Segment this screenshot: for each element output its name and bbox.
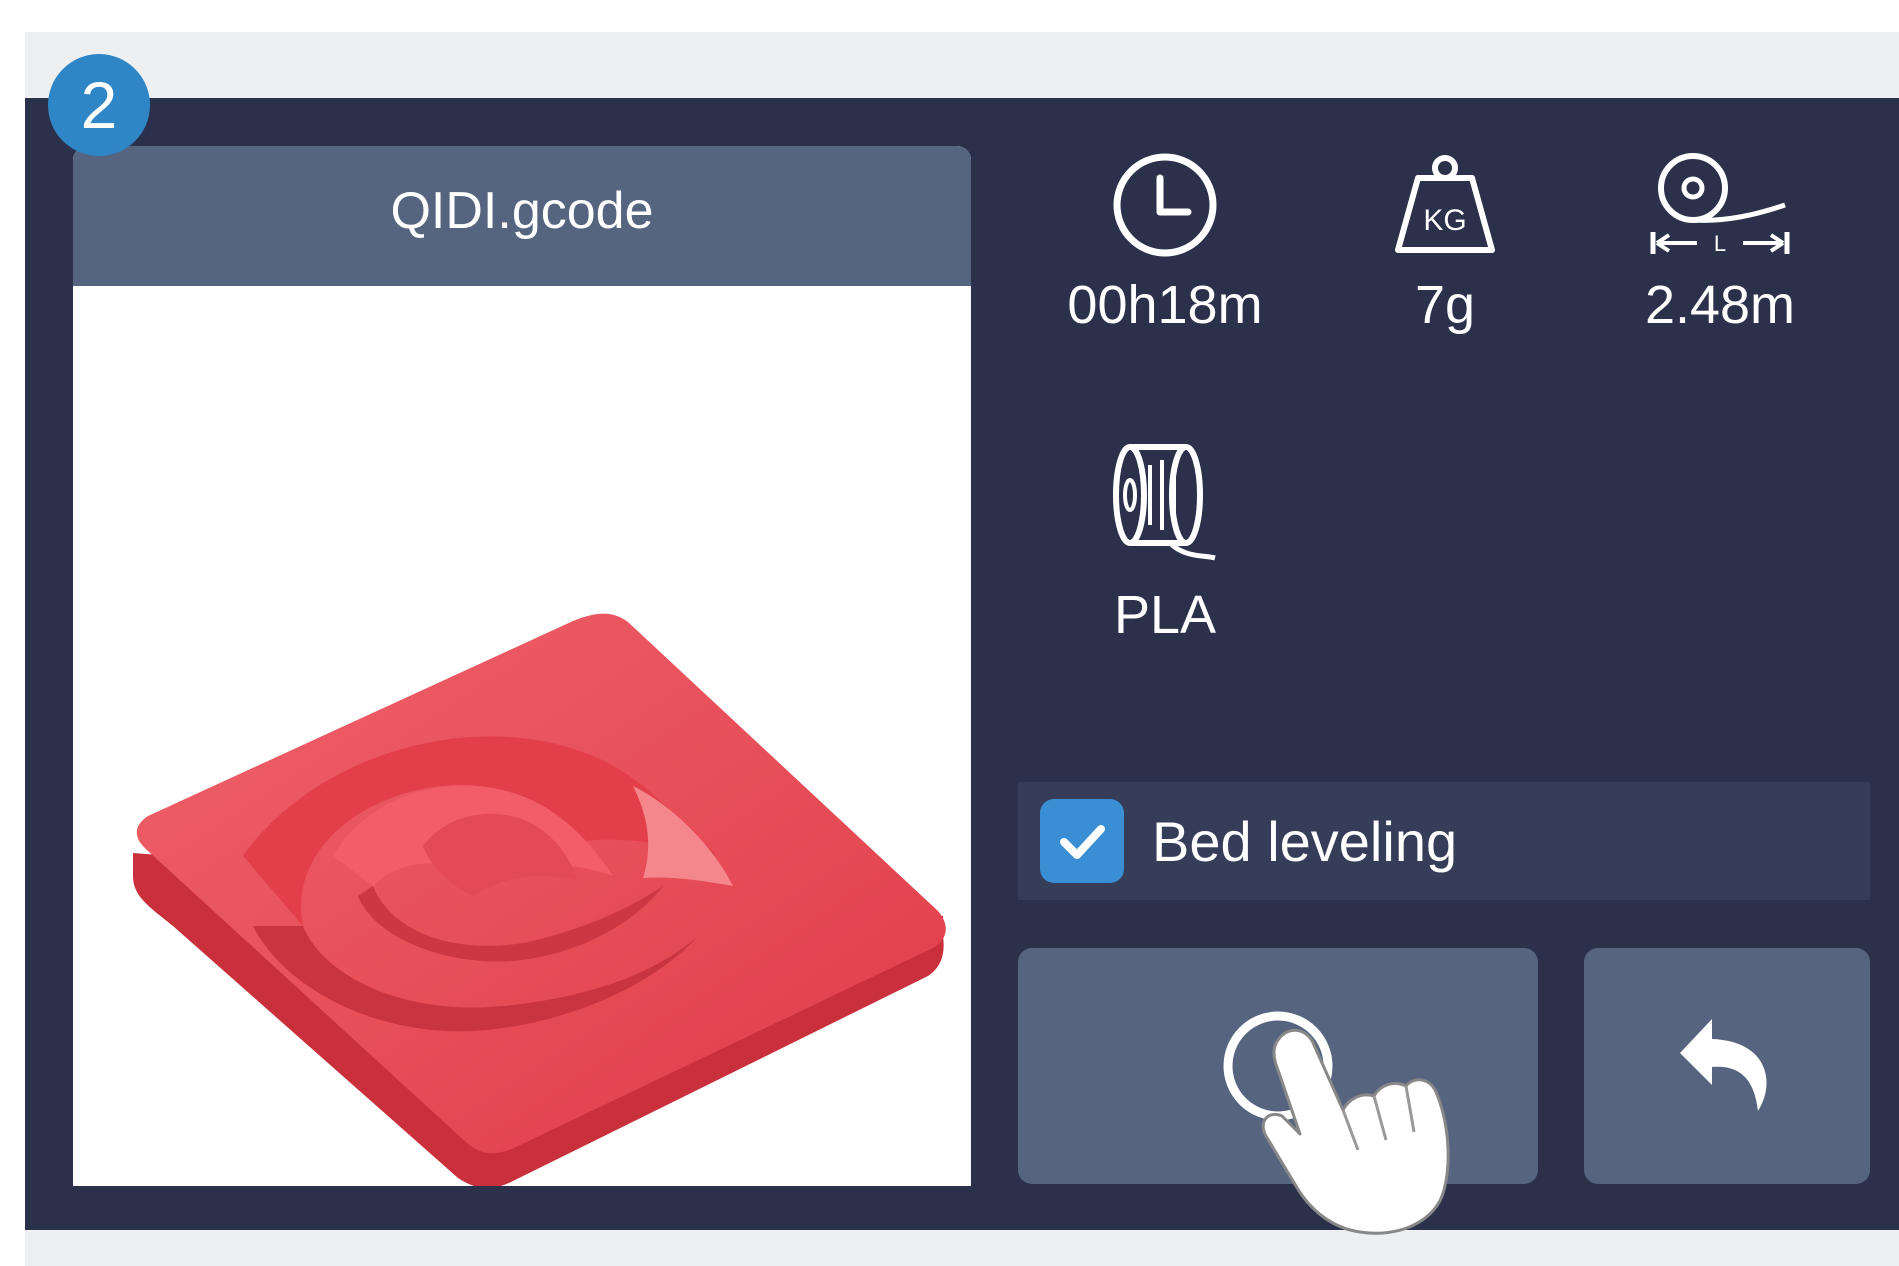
filament-length-icon: L: [1650, 153, 1790, 256]
print-time-value: 00h18m: [1067, 275, 1263, 335]
clock-icon: [1113, 153, 1217, 257]
weight-icon: KG: [1395, 155, 1495, 253]
filament-length-stat: L 2.48m: [1600, 150, 1840, 336]
bed-leveling-checkbox[interactable]: [1040, 799, 1124, 883]
weight-value: 7g: [1414, 275, 1476, 335]
back-button[interactable]: [1584, 948, 1870, 1184]
filament-length-value: 2.48m: [1644, 275, 1796, 335]
weight-icon-text: KG: [1423, 204, 1466, 237]
length-icon-text: L: [1714, 231, 1726, 256]
back-arrow-icon: [1680, 1019, 1767, 1111]
print-time-stat: 00h18m: [1040, 150, 1290, 336]
step-badge: 2: [48, 54, 150, 156]
bed-leveling-label: Bed leveling: [1152, 809, 1458, 873]
material-stat: PLA: [1040, 440, 1290, 646]
pointing-hand-icon: [1261, 1029, 1450, 1235]
model-preview-image: [133, 613, 946, 1186]
bed-leveling-option[interactable]: Bed leveling: [1018, 782, 1870, 900]
material-value: PLA: [1113, 585, 1217, 645]
check-icon: [1060, 825, 1105, 859]
spool-icon: [1113, 444, 1216, 561]
file-name: QIDI.gcode: [73, 146, 971, 286]
file-preview-panel: QIDI.gcode: [73, 146, 971, 1186]
weight-stat: KG 7g: [1345, 150, 1545, 336]
